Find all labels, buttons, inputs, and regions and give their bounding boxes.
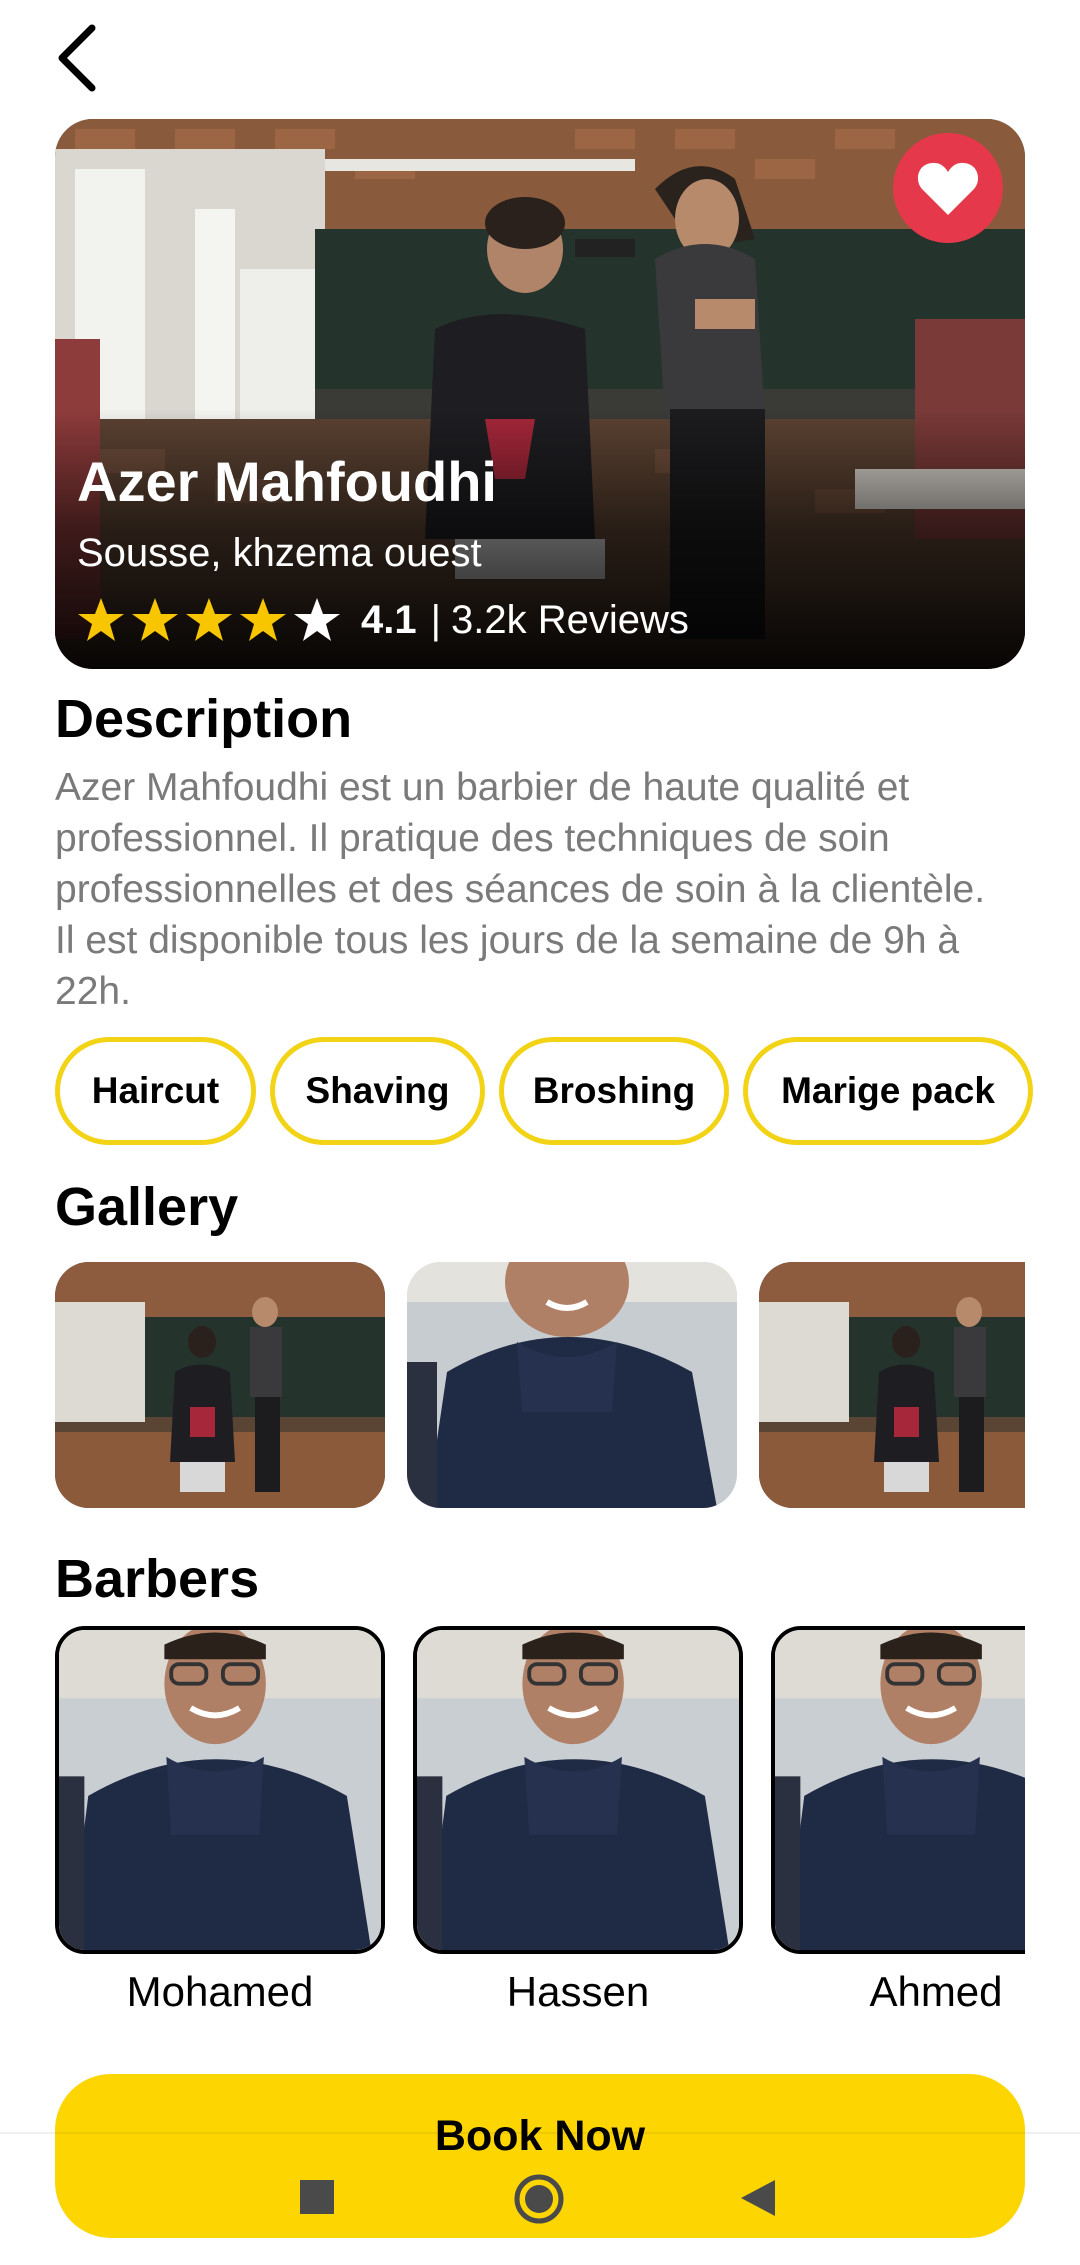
reviews-count: 3.2k Reviews (451, 597, 689, 642)
rating-row: 4.1 | 3.2k Reviews (77, 597, 689, 643)
chip-marige-pack[interactable]: Marige pack (743, 1037, 1033, 1145)
barbershop-thumbnail (55, 1262, 385, 1508)
chip-label: Broshing (532, 1070, 696, 1111)
barbershop-thumbnail (759, 1262, 1025, 1508)
heart-icon (917, 162, 979, 215)
barber-card[interactable]: Hassen (413, 1626, 743, 2016)
barber-name: Hassen (506, 1968, 650, 2015)
star-icon (186, 598, 232, 641)
chip-shaving[interactable]: Shaving (270, 1037, 485, 1145)
chip-label: Haircut (91, 1070, 220, 1111)
home-button[interactable] (513, 2173, 565, 2230)
star-rating (77, 597, 341, 643)
barber-card[interactable]: Ahmed (771, 1626, 1025, 2016)
triangle-icon (741, 2180, 775, 2216)
chip-haircut[interactable]: Haircut (55, 1037, 256, 1145)
gallery-image[interactable] (55, 1262, 385, 1508)
chip-label: Shaving (305, 1070, 450, 1111)
gallery-carousel[interactable] (55, 1262, 1025, 1508)
chevron-left-icon (58, 24, 96, 92)
barber-photo (55, 1626, 385, 1954)
back-button[interactable] (50, 12, 110, 92)
chip-broshing[interactable]: Broshing (499, 1037, 729, 1145)
shop-hero-card: Azer Mahfoudhi Sousse, khzema ouest 4.1 … (55, 119, 1025, 669)
book-now-label: Book Now (434, 2112, 646, 2160)
description-text: Azer Mahfoudhi est un barbier de haute q… (55, 766, 986, 1013)
star-icon (78, 598, 124, 641)
barber-portrait-thumbnail (407, 1262, 737, 1508)
barber-avatar (59, 1630, 381, 1950)
gallery-image[interactable] (759, 1262, 1025, 1508)
barber-name: Mohamed (126, 1968, 314, 2015)
barber-card[interactable]: Mohamed (55, 1626, 385, 2016)
barber-photo (413, 1626, 743, 1954)
recents-button[interactable] (300, 2180, 334, 2219)
system-back-button[interactable] (741, 2180, 775, 2221)
gallery-title: Gallery (55, 1177, 239, 1237)
rating-value: 4.1 (361, 597, 417, 642)
barbers-title: Barbers (55, 1549, 260, 1609)
barber-name: Ahmed (869, 1968, 1003, 2015)
barber-avatar (417, 1630, 739, 1950)
barber-photo (771, 1626, 1025, 1954)
service-chips: Haircut Shaving Broshing Marige pack (55, 1037, 1033, 1145)
circle-icon (514, 2174, 564, 2224)
star-icon (294, 598, 340, 641)
shop-name: Azer Mahfoudhi (77, 450, 497, 513)
rating-separator: | (430, 597, 441, 642)
gallery-image[interactable] (407, 1262, 737, 1508)
barbers-carousel[interactable]: Mohamed Hassen Ahmed (55, 1626, 1025, 2026)
square-icon (300, 2180, 334, 2214)
chip-label: Marige pack (781, 1070, 995, 1111)
navigation-bar-divider (0, 2132, 1080, 2134)
star-icon (240, 598, 286, 641)
description-title: Description (55, 689, 353, 749)
favorite-button[interactable] (893, 133, 1003, 243)
barber-avatar (775, 1630, 1025, 1950)
shop-location: Sousse, khzema ouest (77, 531, 482, 575)
star-icon (132, 598, 178, 641)
